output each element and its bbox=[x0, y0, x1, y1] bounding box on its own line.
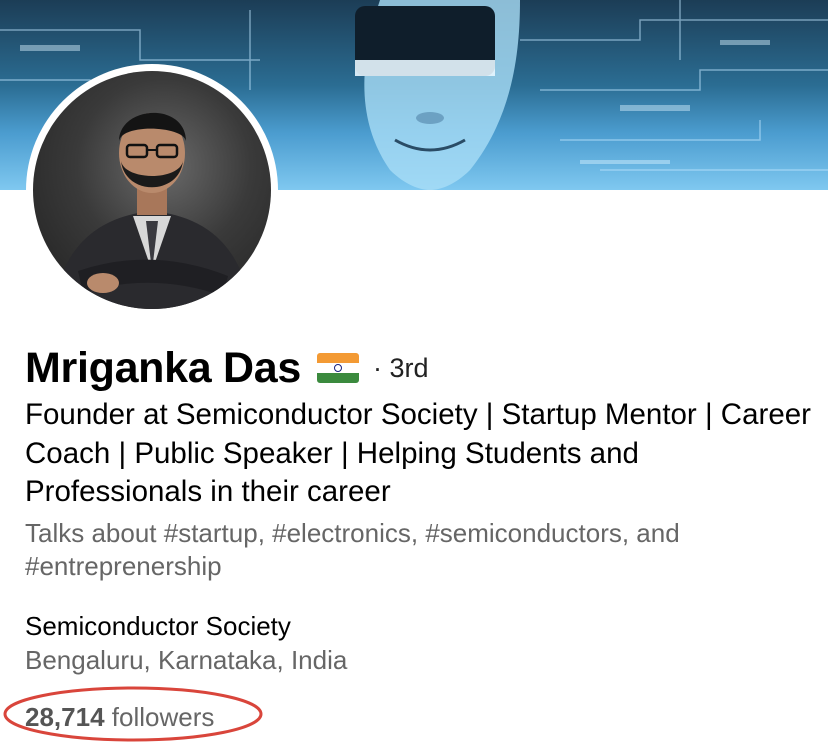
profile-name: Mriganka Das bbox=[25, 343, 302, 392]
profile-location: Bengaluru, Karnataka, India bbox=[25, 645, 348, 675]
connection-degree: · 3rd bbox=[373, 352, 429, 383]
profile-photo[interactable] bbox=[26, 64, 278, 316]
india-flag-icon bbox=[317, 353, 360, 383]
profile-headline: Founder at Semiconductor Society | Start… bbox=[25, 398, 811, 508]
person-portrait-image bbox=[53, 112, 251, 309]
name-row: Mriganka Das · 3rd bbox=[25, 338, 429, 398]
avatar bbox=[33, 71, 271, 309]
talks-about[interactable]: Talks about #startup, #electronics, #sem… bbox=[25, 517, 815, 583]
current-company[interactable]: Semiconductor Society bbox=[25, 610, 291, 642]
annotation-circle bbox=[3, 686, 263, 742]
